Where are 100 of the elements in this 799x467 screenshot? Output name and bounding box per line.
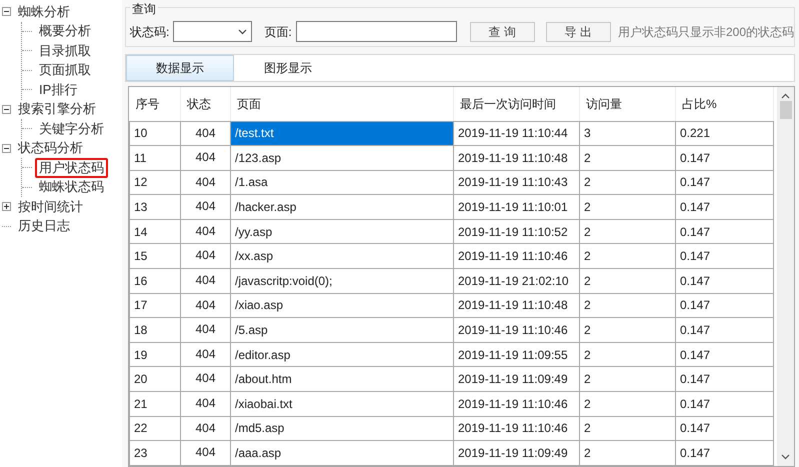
table-cell: 2019-11-19 11:10:48 [454,293,580,318]
caret-icon [238,28,248,34]
column-header[interactable]: 最后一次访问时间 [454,87,580,121]
table-cell: 2019-11-19 11:09:49 [454,440,580,466]
tab[interactable]: 数据显示 [126,55,234,81]
table-cell: /hacker.asp [230,194,454,220]
table-cell: 2019-11-19 11:10:46 [454,416,580,441]
table-cell: 13 [130,194,180,220]
collapse-icon[interactable] [2,104,11,114]
scroll-thumb[interactable] [780,101,792,119]
table-cell: 404 [180,293,230,318]
collapse-icon[interactable] [2,144,11,153]
table-cell: 0.147 [676,293,774,318]
column-header[interactable]: 占比% [676,87,774,121]
table-cell: 0.147 [676,219,774,244]
table-cell: /editor.asp [230,342,454,367]
export-button[interactable]: 导 出 [546,22,611,42]
table-cell: 2019-11-19 11:10:48 [454,146,580,170]
tree-item[interactable]: 概要分析 [35,21,95,42]
query-button[interactable]: 查 询 [470,22,535,42]
table-cell: 0.147 [676,342,774,367]
table-cell: /xx.asp [230,244,454,269]
table-cell: 12 [130,170,180,195]
table-cell: 2 [580,194,676,220]
table-cell: 404 [180,366,230,392]
table-cell: 11 [130,146,180,170]
tree-item[interactable]: IP排行 [35,80,82,100]
table-cell: 2019-11-19 11:09:49 [454,366,580,392]
table-cell: /5.asp [230,318,454,342]
table-cell: 0.147 [676,440,774,466]
table-cell: 0.147 [676,416,774,441]
table-cell: 2019-11-19 11:10:52 [454,219,580,244]
table-cell: 404 [180,194,230,220]
column-header[interactable]: 页面 [230,87,454,121]
table-cell: /xiaobai.txt [230,392,454,416]
field-label: 状态码: [130,24,170,40]
table-cell: 0.147 [676,146,774,170]
table-cell: 16 [130,268,180,294]
scroll-down-icon[interactable] [781,454,790,460]
tree-item[interactable]: 目录抓取 [35,40,95,61]
expand-icon[interactable] [2,202,11,212]
status-dropdown[interactable] [173,21,252,42]
table-cell: 404 [180,268,230,294]
tree-item[interactable]: 历史日志 [14,216,74,236]
table-cell: 404 [180,342,230,367]
table-cell: 23 [130,440,180,466]
table-cell: 2 [580,268,676,294]
table-cell: 2 [580,342,676,367]
table-cell: 2 [580,392,676,416]
table-cell: 0.147 [676,194,774,220]
table-cell: /md5.asp [230,416,454,441]
table-cell: 2 [580,146,676,170]
tree-item[interactable]: 搜索引擎分析 [14,99,100,120]
column-header[interactable]: 序号 [130,87,180,121]
table-cell: 20 [130,366,180,392]
table-cell: 404 [180,392,230,416]
table-cell: 404 [180,170,230,195]
table-cell: 18 [130,318,180,342]
table-cell: 2019-11-19 11:10:46 [454,392,580,416]
table-cell: 3 [580,121,676,146]
column-header[interactable]: 访问量 [580,87,676,121]
table-cell: /about.htm [230,366,454,392]
tree-item[interactable]: 状态码分析 [14,138,87,158]
table-cell: 21 [130,392,180,416]
table-cell: 2 [580,366,676,392]
table-cell: /123.asp [230,146,454,170]
table-cell: /aaa.asp [230,440,454,466]
table-cell: 0.147 [676,318,774,342]
scroll-up-icon[interactable] [781,93,790,99]
table-cell: 2 [580,440,676,466]
tree-item[interactable]: 蜘蛛状态码 [35,177,108,198]
tree-item[interactable]: 用户状态码 [35,158,108,178]
table-cell: /xiao.asp [230,293,454,318]
table-cell: 14 [130,219,180,244]
scrollbar[interactable] [777,87,794,466]
table-cell: 404 [180,318,230,342]
page-input[interactable] [296,21,457,42]
table-cell: /test.txt [230,121,454,146]
table-cell: 2 [580,318,676,342]
table-cell: 19 [130,342,180,367]
column-header[interactable]: 状态 [180,87,230,121]
tab[interactable]: 图形显示 [234,55,342,81]
table-cell: /1.asa [230,170,454,195]
tree-item[interactable]: 蜘蛛分析 [14,2,74,22]
table-cell: 2019-11-19 11:10:44 [454,121,580,146]
table-cell: 2019-11-19 11:10:01 [454,194,580,220]
tree-item[interactable]: 关键字分析 [35,118,108,139]
table-cell: 17 [130,293,180,318]
table-cell: 404 [180,416,230,441]
table-cell: 0.147 [676,170,774,195]
tree-item[interactable]: 页面抓取 [35,60,95,80]
table-cell: 2019-11-19 21:02:10 [454,268,580,294]
table-cell: 15 [130,244,180,269]
table-cell: 404 [180,146,230,170]
tree-item[interactable]: 按时间统计 [14,196,87,217]
table-cell: 2019-11-19 11:10:46 [454,318,580,342]
table-cell: /yy.asp [230,219,454,244]
table-cell: 10 [130,121,180,146]
collapse-icon[interactable] [2,7,11,16]
table-cell: 2019-11-19 11:09:55 [454,342,580,367]
